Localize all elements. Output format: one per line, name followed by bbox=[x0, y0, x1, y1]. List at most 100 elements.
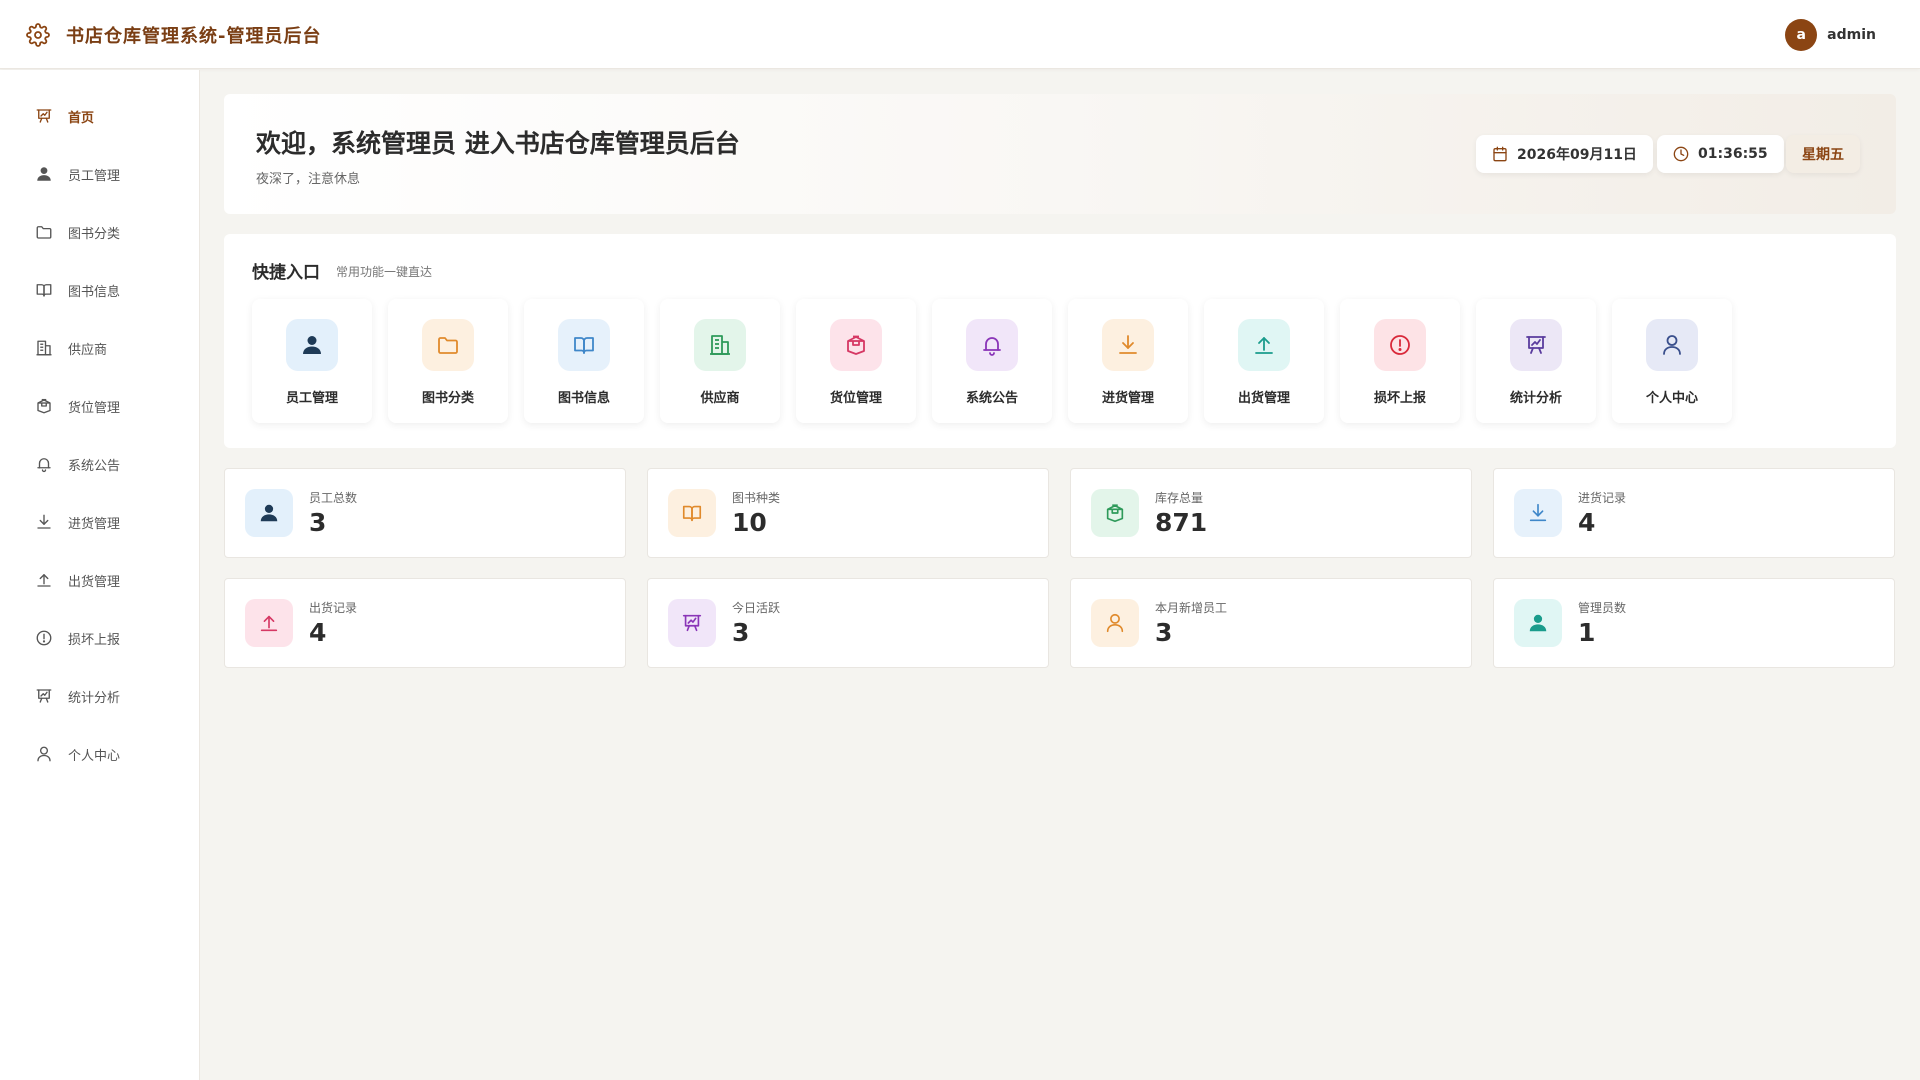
calendar-icon bbox=[1492, 146, 1508, 162]
sidebar-item-7[interactable]: 进货管理 bbox=[0, 500, 199, 544]
quick-entry-card[interactable]: 损坏上报 bbox=[1340, 299, 1460, 423]
quick-entry-card[interactable]: 个人中心 bbox=[1612, 299, 1732, 423]
user-outline-icon bbox=[34, 744, 54, 764]
sidebar-item-label: 图书信息 bbox=[68, 284, 121, 300]
folder-icon bbox=[34, 222, 54, 242]
warning-circle-icon bbox=[34, 628, 54, 648]
quick-entry-subtitle: 常用功能一键直达 bbox=[336, 265, 433, 279]
sidebar-item-label: 个人中心 bbox=[68, 748, 121, 764]
stat-card: 图书种类 10 bbox=[647, 468, 1049, 558]
top-header: 书店仓库管理系统-管理员后台 a admin bbox=[0, 0, 1920, 69]
stat-value: 871 bbox=[1155, 508, 1208, 537]
sidebar: 首页 员工管理 图书分类 图书信息 供应商 货位管理 系统公告 进货管理 出货管… bbox=[0, 70, 200, 1080]
bell-icon bbox=[34, 454, 54, 474]
stat-value: 3 bbox=[732, 618, 750, 647]
quick-entry-card[interactable]: 进货管理 bbox=[1068, 299, 1188, 423]
upload-icon bbox=[245, 599, 293, 647]
welcome-subtitle: 夜深了，注意休息 bbox=[256, 172, 361, 187]
avatar[interactable]: a bbox=[1785, 19, 1818, 51]
building-icon bbox=[694, 319, 746, 371]
warning-circle-icon bbox=[1374, 319, 1426, 371]
weekday-pill: 星期五 bbox=[1786, 135, 1860, 173]
welcome-title: 欢迎，系统管理员 进入书店仓库管理员后台 bbox=[256, 129, 740, 158]
quick-entry-card[interactable]: 供应商 bbox=[660, 299, 780, 423]
stat-label: 图书种类 bbox=[732, 491, 781, 505]
sidebar-item-4[interactable]: 供应商 bbox=[0, 326, 199, 370]
stat-value: 4 bbox=[1578, 508, 1596, 537]
stat-value: 3 bbox=[1155, 618, 1173, 647]
stat-value: 4 bbox=[309, 618, 327, 647]
sidebar-item-8[interactable]: 出货管理 bbox=[0, 558, 199, 602]
quick-entry-label: 统计分析 bbox=[1509, 391, 1562, 406]
sidebar-item-6[interactable]: 系统公告 bbox=[0, 442, 199, 486]
quick-entry-panel: 快捷入口 常用功能一键直达 员工管理 图书分类 图书信息 供应商 货位管理 系统… bbox=[224, 234, 1896, 448]
quick-entry-label: 进货管理 bbox=[1101, 391, 1154, 406]
presentation-chart-icon bbox=[34, 106, 54, 126]
presentation-chart-icon bbox=[668, 599, 716, 647]
quick-entry-label: 供应商 bbox=[700, 391, 740, 406]
upload-icon bbox=[1238, 319, 1290, 371]
book-open-icon bbox=[668, 489, 716, 537]
building-icon bbox=[34, 338, 54, 358]
user-filled-icon bbox=[1514, 599, 1562, 647]
sidebar-item-3[interactable]: 图书信息 bbox=[0, 268, 199, 312]
stat-card: 库存总量 871 bbox=[1070, 468, 1472, 558]
stat-value: 3 bbox=[309, 508, 327, 537]
sidebar-item-5[interactable]: 货位管理 bbox=[0, 384, 199, 428]
sidebar-item-label: 系统公告 bbox=[68, 458, 121, 474]
sidebar-item-label: 货位管理 bbox=[68, 400, 121, 416]
download-icon bbox=[34, 512, 54, 532]
quick-entry-card[interactable]: 统计分析 bbox=[1476, 299, 1596, 423]
presentation-chart-icon bbox=[34, 686, 54, 706]
brand[interactable]: 书店仓库管理系统-管理员后台 bbox=[26, 22, 321, 48]
download-icon bbox=[1514, 489, 1562, 537]
quick-entry-label: 货位管理 bbox=[829, 391, 882, 406]
sidebar-item-label: 图书分类 bbox=[68, 226, 121, 242]
user-outline-icon bbox=[1646, 319, 1698, 371]
time-text: 01:36:55 bbox=[1698, 146, 1768, 162]
quick-entry-label: 个人中心 bbox=[1645, 391, 1698, 406]
stat-label: 出货记录 bbox=[309, 601, 358, 615]
stat-card: 员工总数 3 bbox=[224, 468, 626, 558]
quick-entry-label: 系统公告 bbox=[965, 391, 1018, 406]
folder-icon bbox=[422, 319, 474, 371]
quick-entry-label: 图书分类 bbox=[421, 391, 474, 406]
sidebar-item-label: 进货管理 bbox=[68, 516, 121, 532]
quick-entry-label: 图书信息 bbox=[557, 391, 610, 406]
sidebar-item-label: 首页 bbox=[68, 110, 95, 126]
quick-entry-card[interactable]: 出货管理 bbox=[1204, 299, 1324, 423]
user-menu[interactable]: a admin bbox=[1785, 19, 1876, 51]
download-icon bbox=[1102, 319, 1154, 371]
stat-label: 进货记录 bbox=[1578, 491, 1627, 505]
date-pill: 2026年09月11日 bbox=[1476, 135, 1653, 173]
user-filled-icon bbox=[34, 164, 54, 184]
welcome-banner: 欢迎，系统管理员 进入书店仓库管理员后台 夜深了，注意休息 2026年09月11… bbox=[224, 94, 1896, 214]
box-icon bbox=[1091, 489, 1139, 537]
username[interactable]: admin bbox=[1827, 27, 1876, 43]
quick-entry-card[interactable]: 图书信息 bbox=[524, 299, 644, 423]
user-filled-icon bbox=[286, 319, 338, 371]
stat-value: 1 bbox=[1578, 618, 1596, 647]
book-open-icon bbox=[558, 319, 610, 371]
sidebar-item-9[interactable]: 损坏上报 bbox=[0, 616, 199, 660]
date-text: 2026年09月11日 bbox=[1517, 147, 1637, 163]
quick-entry-label: 损坏上报 bbox=[1373, 391, 1426, 406]
quick-entry-card[interactable]: 图书分类 bbox=[388, 299, 508, 423]
bell-icon bbox=[966, 319, 1018, 371]
stat-card: 进货记录 4 bbox=[1493, 468, 1895, 558]
stat-label: 今日活跃 bbox=[732, 601, 781, 615]
sidebar-item-11[interactable]: 个人中心 bbox=[0, 732, 199, 776]
stat-card: 本月新增员工 3 bbox=[1070, 578, 1472, 668]
quick-entry-card[interactable]: 货位管理 bbox=[796, 299, 916, 423]
weekday-text: 星期五 bbox=[1802, 147, 1844, 163]
sidebar-item-label: 员工管理 bbox=[68, 168, 121, 184]
sidebar-item-0[interactable]: 首页 bbox=[0, 94, 199, 138]
stat-card: 管理员数 1 bbox=[1493, 578, 1895, 668]
quick-entry-card[interactable]: 员工管理 bbox=[252, 299, 372, 423]
sidebar-item-2[interactable]: 图书分类 bbox=[0, 210, 199, 254]
sidebar-item-10[interactable]: 统计分析 bbox=[0, 674, 199, 718]
user-filled-icon bbox=[245, 489, 293, 537]
stat-label: 库存总量 bbox=[1155, 491, 1204, 505]
sidebar-item-1[interactable]: 员工管理 bbox=[0, 152, 199, 196]
quick-entry-card[interactable]: 系统公告 bbox=[932, 299, 1052, 423]
